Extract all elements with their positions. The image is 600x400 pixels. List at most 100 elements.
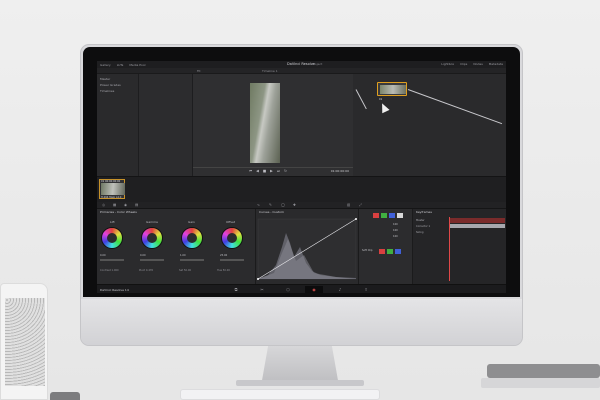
softclip-red-swatch[interactable] xyxy=(379,249,385,254)
blue-channel-swatch[interactable] xyxy=(389,213,395,218)
play-icon[interactable]: ▶ xyxy=(270,169,273,173)
page-switcher: ⧉ ✂ ⬡ ◉ ♪ ⇪ xyxy=(227,286,383,293)
toggle-nodes[interactable]: Nodes xyxy=(473,62,482,66)
gain-slider[interactable] xyxy=(180,259,204,261)
tracker-icon[interactable]: ✚ xyxy=(293,203,296,207)
hue-value[interactable]: Hue 50.00 xyxy=(217,269,230,272)
color-wheels-icon[interactable]: ◉ xyxy=(124,203,127,207)
edit-value[interactable]: 100 xyxy=(393,235,398,238)
keyframes-panel: Keyframes Master Corrector 1 Sizing xyxy=(412,209,506,284)
edit-page-icon[interactable]: ✂ xyxy=(253,286,271,293)
palette-tool-row: ◎ ▦ ◉ ▤ ∿ ✎ ◯ ✚ ▥ ⤢ xyxy=(97,202,506,209)
edit-value[interactable]: 100 xyxy=(393,223,398,226)
window-icon[interactable]: ◯ xyxy=(281,203,285,207)
sat-value[interactable]: Sat 50.00 xyxy=(179,269,191,272)
clip-thumbnail[interactable]: 01 00:00:00:00 H.264 Main L4.0 xyxy=(99,179,125,199)
resolve-app-screen: Gallery LUTs Media Pool DaVinci Resolve … xyxy=(97,61,506,293)
toggle-clips[interactable]: Clips xyxy=(460,62,467,66)
panel-title: Curves - Custom xyxy=(259,210,284,214)
fairlight-page-icon[interactable]: ♪ xyxy=(331,286,349,293)
contrast-value[interactable]: Contrast 1.000 xyxy=(100,269,119,272)
offset-value[interactable]: 25.00 xyxy=(220,254,227,257)
toggle-lightbox[interactable]: Lightbox xyxy=(441,62,454,66)
curves-panel: Curves - Custom xyxy=(255,209,358,284)
gain-wheel[interactable] xyxy=(181,227,203,249)
offset-wheel[interactable] xyxy=(221,227,243,249)
title-bar: Gallery LUTs Media Pool DaVinci Resolve … xyxy=(97,61,506,68)
project-name: Project xyxy=(312,62,323,66)
monitor-stand xyxy=(261,346,339,384)
playhead[interactable] xyxy=(449,217,450,281)
skip-forward-icon[interactable]: ⏭ xyxy=(277,169,280,173)
desk-object xyxy=(50,392,80,400)
rgb-mixer-icon[interactable]: ▤ xyxy=(135,203,138,207)
node-editor: 01 xyxy=(353,74,506,176)
media-pool-item[interactable]: Master xyxy=(100,77,110,81)
deliver-page-icon[interactable]: ⇪ xyxy=(357,286,375,293)
wheel-label-gamma: Gamma xyxy=(146,220,158,224)
gamma-slider[interactable] xyxy=(140,259,164,261)
keyframe-row[interactable]: Master xyxy=(416,219,425,222)
menu-gallery[interactable]: Gallery xyxy=(100,63,111,67)
scope-icon[interactable]: ▥ xyxy=(347,203,350,207)
wheel-label-lift: Lift xyxy=(110,220,115,224)
lift-slider[interactable] xyxy=(100,259,124,261)
gamma-wheel[interactable] xyxy=(141,227,163,249)
media-pool-item[interactable]: Timelines xyxy=(100,89,114,93)
soft-clip-label: Soft Clip xyxy=(362,249,373,252)
page-bar: DaVinci Resolve 14 ⧉ ✂ ⬡ ◉ ♪ ⇪ xyxy=(97,284,506,293)
node-thumbnail xyxy=(380,85,406,94)
timeline-name[interactable]: Timeline 1 xyxy=(262,69,278,73)
lift-wheel[interactable] xyxy=(101,227,123,249)
green-channel-swatch[interactable] xyxy=(381,213,387,218)
softclip-blue-swatch[interactable] xyxy=(395,249,401,254)
app-title: DaVinci Resolve xyxy=(287,62,315,66)
corrector-node[interactable]: 01 xyxy=(377,82,407,101)
gamma-value[interactable]: 0.00 xyxy=(140,254,146,257)
browser-panel xyxy=(139,74,193,176)
fusion-page-icon[interactable]: ⬡ xyxy=(279,286,297,293)
curves-icon[interactable]: ∿ xyxy=(257,203,260,207)
media-page-icon[interactable]: ⧉ xyxy=(227,286,245,293)
play-reverse-icon[interactable]: ◀ xyxy=(256,169,259,173)
color-wheels-panel: Primaries - Color Wheels Lift 0.00 Gamma… xyxy=(97,209,255,284)
toggle-metadata[interactable]: Metadata xyxy=(489,62,503,66)
media-pool-item[interactable]: Power Grades xyxy=(100,83,121,87)
top-right-tools: Lightbox Clips Nodes Metadata xyxy=(435,62,503,66)
gain-value[interactable]: 1.00 xyxy=(180,254,186,257)
color-page-icon[interactable]: ◉ xyxy=(305,286,323,293)
offset-slider[interactable] xyxy=(220,259,244,261)
loop-icon[interactable]: ↻ xyxy=(284,169,287,173)
red-channel-swatch[interactable] xyxy=(373,213,379,218)
viewer-panel: ⏮ ◀ ■ ▶ ⏭ ↻ 01:00:00:00 xyxy=(193,74,353,176)
curves-graph[interactable] xyxy=(256,217,359,283)
media-pool-panel: Master Power Grades Timelines xyxy=(97,74,139,176)
keyframe-track-corrector[interactable] xyxy=(449,224,505,228)
lift-value[interactable]: 0.00 xyxy=(100,254,106,257)
menu-media-pool[interactable]: Media Pool xyxy=(129,63,145,67)
keyframe-track-master[interactable] xyxy=(449,218,505,223)
skip-back-icon[interactable]: ⏮ xyxy=(249,169,252,173)
speaker xyxy=(0,283,48,400)
monitor-chin xyxy=(81,299,522,345)
clip-image xyxy=(101,183,125,195)
stop-icon[interactable]: ■ xyxy=(263,169,266,173)
keyframe-row[interactable]: Corrector 1 xyxy=(416,225,430,228)
curve-edit-panel: 100 100 100 Soft Clip xyxy=(358,209,412,284)
keyframe-row[interactable]: Sizing xyxy=(416,231,423,234)
luma-channel-swatch[interactable] xyxy=(397,213,403,218)
viewer-scrubber[interactable] xyxy=(193,167,353,168)
menu-luts[interactable]: LUTs xyxy=(117,63,124,67)
qualifier-icon[interactable]: ✎ xyxy=(269,203,272,207)
laptop-device xyxy=(487,364,600,378)
viewer-fit[interactable]: Fit xyxy=(197,69,201,73)
clip-name: H.264 Main L4.0 xyxy=(101,196,122,199)
sizing-icon[interactable]: ⤢ xyxy=(359,203,362,207)
pivot-value[interactable]: Pivot 0.435 xyxy=(139,269,153,272)
keyboard xyxy=(180,389,380,400)
camera-raw-icon[interactable]: ◎ xyxy=(102,203,105,207)
edit-value[interactable]: 100 xyxy=(393,229,398,232)
color-match-icon[interactable]: ▦ xyxy=(113,203,116,207)
viewer-timecode: 01:00:00:00 xyxy=(330,169,349,173)
softclip-green-swatch[interactable] xyxy=(387,249,393,254)
